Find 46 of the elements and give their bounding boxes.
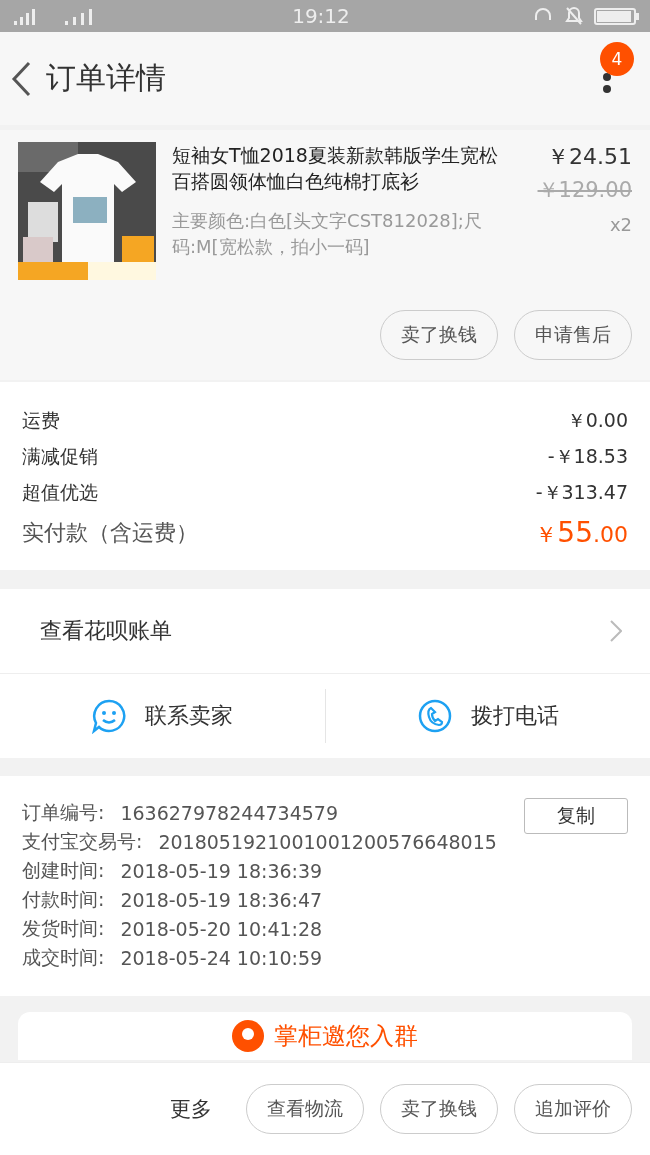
notification-badge: 4 bbox=[600, 42, 634, 76]
info-value: 163627978244734579 bbox=[120, 801, 338, 824]
info-label: 支付宝交易号: bbox=[22, 828, 143, 854]
total-amount: ￥55.00 bbox=[535, 516, 628, 550]
product-specs: 主要颜色:白色[头文字CST812028];尺码:M[宽松款，拍小一码] bbox=[172, 209, 483, 259]
footer-button[interactable]: 追加评价 bbox=[514, 1084, 632, 1134]
quantity: x2 bbox=[609, 214, 632, 235]
cost-value: ￥0.00 bbox=[566, 408, 628, 433]
action-button[interactable]: 申请售后 bbox=[514, 310, 632, 360]
contact-button[interactable]: 联系卖家 bbox=[0, 689, 325, 743]
battery-icon bbox=[594, 6, 640, 26]
info-label: 付款时间: bbox=[22, 886, 105, 912]
contact-button[interactable]: 拨打电话 bbox=[324, 689, 650, 743]
footer-button[interactable]: 卖了换钱 bbox=[380, 1084, 498, 1134]
product-title[interactable]: 短袖女T恤2018夏装新款韩版学生宽松百搭圆领体恤白色纯棉打底衫 bbox=[172, 142, 508, 194]
group-text: 掌柜邀您入群 bbox=[274, 1021, 418, 1052]
footer-button[interactable]: 查看物流 bbox=[246, 1084, 364, 1134]
cost-label: 满减促销 bbox=[22, 444, 98, 469]
info-value: 2018051921001001200576648015 bbox=[158, 830, 497, 853]
phone-icon bbox=[416, 698, 453, 734]
chevron-icon bbox=[610, 620, 622, 642]
more-link[interactable]: 更多 bbox=[170, 1095, 212, 1123]
info-value: 2018-05-20 10:41:28 bbox=[120, 917, 323, 940]
bell-muted-icon bbox=[564, 6, 584, 26]
copy-button[interactable]: 复制 bbox=[524, 798, 628, 834]
product-price: ￥24.51 bbox=[547, 143, 632, 171]
info-label: 发货时间: bbox=[22, 915, 105, 941]
cost-label: 运费 bbox=[22, 408, 60, 433]
info-label: 创建时间: bbox=[22, 857, 105, 883]
back-icon[interactable] bbox=[10, 60, 32, 97]
original-price: ￥129.00 bbox=[537, 177, 632, 204]
chat-icon bbox=[91, 698, 128, 734]
cost-value: -￥18.53 bbox=[547, 444, 628, 469]
info-value: 2018-05-24 10:10:59 bbox=[120, 946, 323, 969]
total-label: 实付款（含运费） bbox=[22, 519, 198, 547]
action-button[interactable]: 卖了换钱 bbox=[380, 310, 498, 360]
huabei-row[interactable]: 查看花呗账单 bbox=[0, 589, 650, 674]
page-title: 订单详情 bbox=[46, 59, 166, 97]
info-value: 2018-05-19 18:36:47 bbox=[120, 888, 323, 911]
group-icon bbox=[232, 1020, 264, 1052]
cost-label: 超值优选 bbox=[22, 480, 98, 505]
info-value: 2018-05-19 18:36:39 bbox=[120, 859, 323, 882]
info-label: 订单编号: bbox=[22, 799, 105, 825]
cost-value: -￥313.47 bbox=[535, 480, 628, 505]
info-label: 成交时间: bbox=[22, 944, 105, 970]
status-time: 19:12 bbox=[292, 4, 350, 28]
